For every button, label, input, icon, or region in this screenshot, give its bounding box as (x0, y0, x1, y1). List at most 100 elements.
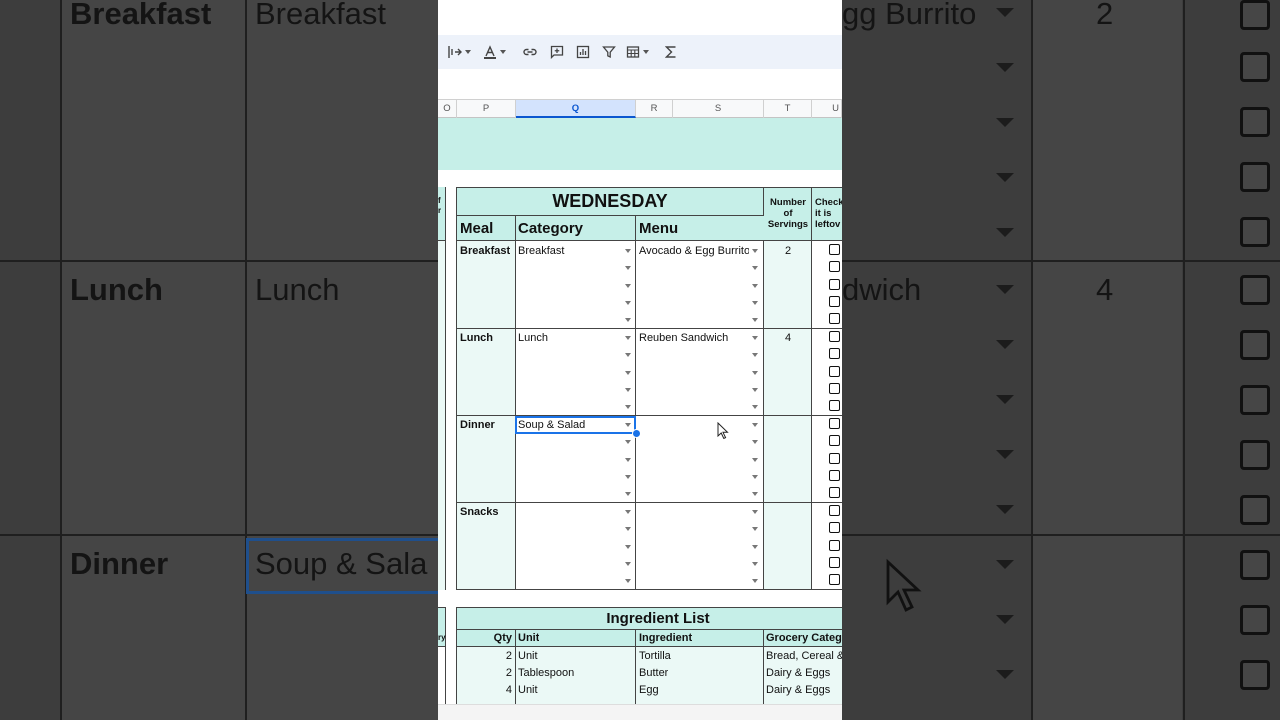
prev-day-stub-text: f (438, 196, 441, 205)
row-divider (456, 328, 842, 329)
fill-handle[interactable] (632, 429, 641, 438)
leftover-checkbox[interactable] (829, 313, 840, 325)
dropdown-arrow-icon[interactable] (625, 510, 631, 514)
dropdown-arrow-icon[interactable] (625, 300, 631, 305)
dropdown-arrow-icon[interactable] (752, 579, 758, 584)
ingredient-grocery[interactable]: Dairy & Eggs (766, 667, 842, 679)
bg-meal-label: Dinner (70, 546, 169, 581)
dropdown-arrow-icon[interactable] (625, 457, 631, 462)
category-dropdown[interactable]: Lunch (518, 332, 624, 344)
dropdown-arrow-icon[interactable] (752, 318, 758, 323)
dropdown-arrow-icon[interactable] (752, 300, 758, 305)
menu-dropdown[interactable]: Avocado & Egg Burrito (639, 245, 749, 257)
dropdown-arrow-icon[interactable] (625, 249, 631, 253)
servings-value[interactable]: 4 (764, 332, 812, 344)
dropdown-arrow-icon[interactable] (625, 266, 631, 271)
meal-label-snacks: Snacks (460, 506, 499, 518)
dropdown-arrow-icon[interactable] (752, 370, 758, 375)
dropdown-arrow-icon[interactable] (752, 492, 758, 497)
bg-column (1032, 0, 1182, 720)
leftover-checkbox[interactable] (829, 452, 840, 464)
ingredient-grocery[interactable]: Dairy & Eggs (766, 684, 842, 696)
leftover-checkbox[interactable] (829, 505, 840, 516)
bg-dropdown-arrow (996, 450, 1014, 459)
ingredient-unit[interactable]: Tablespoon (518, 667, 574, 679)
leftover-checkbox[interactable] (829, 469, 840, 481)
dropdown-arrow-icon[interactable] (625, 336, 631, 340)
dropdown-arrow-icon[interactable] (752, 510, 758, 514)
dropdown-arrow-icon[interactable] (625, 405, 631, 410)
dropdown-arrow-icon[interactable] (752, 249, 758, 253)
bg-checkbox (1240, 660, 1270, 690)
dropdown-arrow-icon[interactable] (625, 353, 631, 358)
dropdown-arrow-icon[interactable] (752, 283, 758, 288)
dropdown-arrow-icon[interactable] (752, 474, 758, 479)
dropdown-arrow-icon[interactable] (625, 579, 631, 584)
leftover-checkbox[interactable] (829, 295, 840, 307)
leftover-checkbox[interactable] (829, 348, 840, 360)
dropdown-arrow-icon[interactable] (625, 474, 631, 479)
ingredient-name[interactable]: Tortilla (639, 650, 671, 662)
dropdown-arrow-icon[interactable] (625, 527, 631, 532)
leftover-checkbox[interactable] (829, 400, 840, 412)
ingredient-qty[interactable]: 2 (456, 667, 512, 679)
servings-value[interactable]: 2 (764, 245, 812, 257)
leftover-checkbox[interactable] (829, 418, 840, 429)
unit-header: Unit (518, 632, 540, 644)
bg-servings-label: 4 (1096, 272, 1114, 307)
leftover-checkbox[interactable] (829, 435, 840, 447)
bg-category-label: Breakfast (255, 0, 386, 31)
leftover-checkbox[interactable] (829, 244, 840, 255)
dropdown-arrow-icon[interactable] (625, 370, 631, 375)
dropdown-arrow-icon[interactable] (752, 544, 758, 549)
dropdown-arrow-icon[interactable] (752, 266, 758, 271)
dropdown-arrow-icon[interactable] (752, 561, 758, 566)
dropdown-arrow-icon[interactable] (752, 336, 758, 340)
ingredient-grocery[interactable]: Bread, Cereal & (766, 650, 842, 662)
leftover-checkbox[interactable] (829, 382, 840, 394)
bg-gridline (60, 0, 62, 720)
dropdown-arrow-icon[interactable] (752, 387, 758, 392)
leftover-checkbox[interactable] (829, 261, 840, 273)
ingredient-qty[interactable]: 2 (456, 650, 512, 662)
bg-checkbox (1240, 385, 1270, 415)
ingredient-name[interactable]: Egg (639, 684, 659, 696)
leftover-checkbox[interactable] (829, 522, 840, 534)
dropdown-arrow-icon[interactable] (625, 544, 631, 549)
dropdown-arrow-icon[interactable] (752, 423, 758, 427)
dropdown-arrow-icon[interactable] (752, 353, 758, 358)
leftover-checkbox[interactable] (829, 574, 840, 586)
dropdown-arrow-icon[interactable] (752, 527, 758, 532)
dropdown-arrow-icon[interactable] (752, 405, 758, 410)
leftover-checkbox[interactable] (829, 331, 840, 342)
bg-servings-label: 2 (1096, 0, 1114, 31)
bg-checkbox (1240, 330, 1270, 360)
dropdown-arrow-icon[interactable] (625, 440, 631, 445)
day-title: WEDNESDAY (552, 191, 668, 211)
dropdown-arrow-icon[interactable] (625, 561, 631, 566)
category-dropdown[interactable]: Breakfast (518, 245, 624, 257)
leftover-checkbox[interactable] (829, 539, 840, 551)
ingredient-list-title: Ingredient List (606, 610, 710, 627)
bg-checkbox (1240, 162, 1270, 192)
leftover-checkbox[interactable] (829, 278, 840, 290)
bg-checkbox (1240, 440, 1270, 470)
dropdown-arrow-icon[interactable] (752, 440, 758, 445)
dropdown-arrow-icon[interactable] (752, 457, 758, 462)
dropdown-arrow-icon[interactable] (625, 387, 631, 392)
bg-dropdown-arrow (996, 670, 1014, 679)
dropdown-arrow-icon[interactable] (625, 318, 631, 323)
dropdown-arrow-icon[interactable] (625, 492, 631, 497)
leftover-checkbox[interactable] (829, 556, 840, 568)
leftover-checkbox[interactable] (829, 365, 840, 377)
ingredient-unit[interactable]: Unit (518, 650, 538, 662)
menu-dropdown[interactable]: Reuben Sandwich (639, 332, 749, 344)
ingredient-unit[interactable]: Unit (518, 684, 538, 696)
grocery-header: Grocery Categ (766, 632, 842, 644)
bg-dropdown-arrow (996, 285, 1014, 294)
dropdown-arrow-icon[interactable] (625, 283, 631, 288)
leftover-checkbox[interactable] (829, 487, 840, 499)
ingredient-qty[interactable]: 4 (456, 684, 512, 696)
selected-cell-outline (515, 416, 636, 434)
ingredient-name[interactable]: Butter (639, 667, 668, 679)
